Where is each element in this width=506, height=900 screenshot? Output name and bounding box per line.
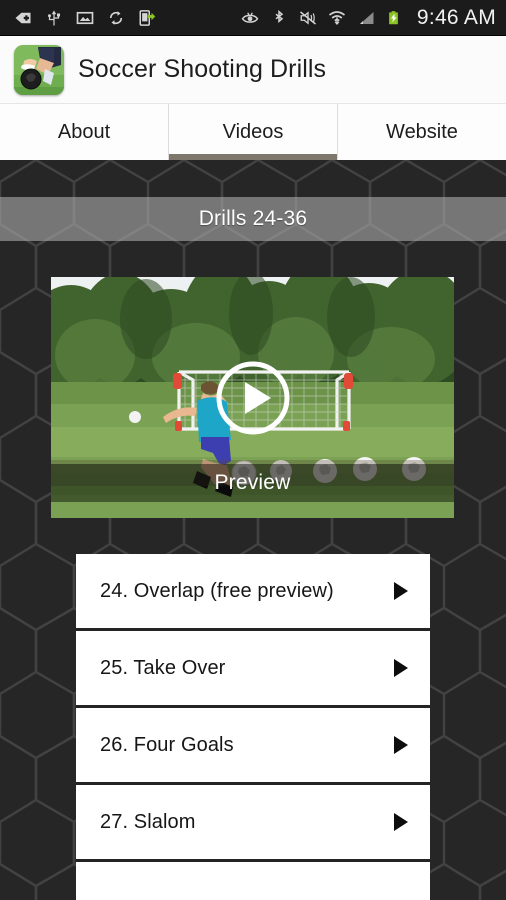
tab-website[interactable]: Website — [338, 104, 506, 160]
section-header-band: Drills 24-36 — [0, 197, 506, 241]
chevron-right-icon — [394, 659, 408, 677]
app-header: Soccer Shooting Drills — [0, 36, 506, 104]
list-item[interactable]: 27. Slalom — [76, 785, 430, 862]
wifi-icon — [328, 10, 345, 25]
tab-videos-label: Videos — [222, 120, 284, 143]
eye-icon — [241, 11, 259, 23]
preview-label-band: Preview — [51, 464, 454, 502]
app-title: Soccer Shooting Drills — [78, 55, 327, 83]
chevron-right-icon — [394, 736, 408, 754]
tab-website-label: Website — [386, 120, 458, 143]
tab-about-label: About — [57, 120, 111, 143]
section-title: Drills 24-36 — [198, 207, 308, 230]
chevron-right-icon — [394, 582, 408, 600]
play-circle-icon[interactable] — [214, 359, 292, 437]
status-bar-clock: 9:46 AM — [416, 5, 496, 29]
app-icon — [14, 44, 64, 95]
signal-bars-icon — [359, 11, 374, 24]
tab-about[interactable]: About — [0, 104, 169, 160]
list-item[interactable]: 26. Four Goals — [76, 708, 430, 785]
chevron-right-icon — [394, 813, 408, 831]
drill-item-label: 27. Slalom — [100, 810, 196, 833]
bluetooth-icon — [275, 9, 284, 23]
content-area: Drills 24-36 Preview 24. Overlap (free p… — [0, 160, 506, 900]
list-item[interactable]: 24. Overlap (free preview) — [76, 554, 430, 631]
status-bar-right-icons: 9:46 AM — [241, 6, 506, 30]
image-icon — [76, 11, 94, 24]
status-bar-left-icons — [0, 9, 156, 27]
usb-icon — [48, 10, 60, 25]
tab-videos[interactable]: Videos — [169, 104, 338, 160]
drill-item-label: 25. Take Over — [100, 656, 226, 679]
battery-charging-icon — [388, 10, 398, 24]
drill-item-label: 26. Four Goals — [100, 733, 234, 756]
list-item-partial[interactable] — [76, 862, 430, 900]
phone-transfer-icon — [139, 9, 156, 26]
video-preview-card[interactable]: Preview — [51, 277, 454, 518]
mute-vibrate-icon — [299, 10, 316, 25]
sync-icon — [109, 10, 123, 25]
preview-label: Preview — [214, 471, 291, 494]
status-bar: 9:46 AM — [0, 0, 506, 36]
list-item[interactable]: 25. Take Over — [76, 631, 430, 708]
back-add-icon — [15, 12, 31, 23]
drill-list: 24. Overlap (free preview) 25. Take Over… — [76, 554, 430, 900]
tab-bar: About Videos Website — [0, 104, 506, 160]
drill-item-label: 24. Overlap (free preview) — [100, 579, 334, 602]
